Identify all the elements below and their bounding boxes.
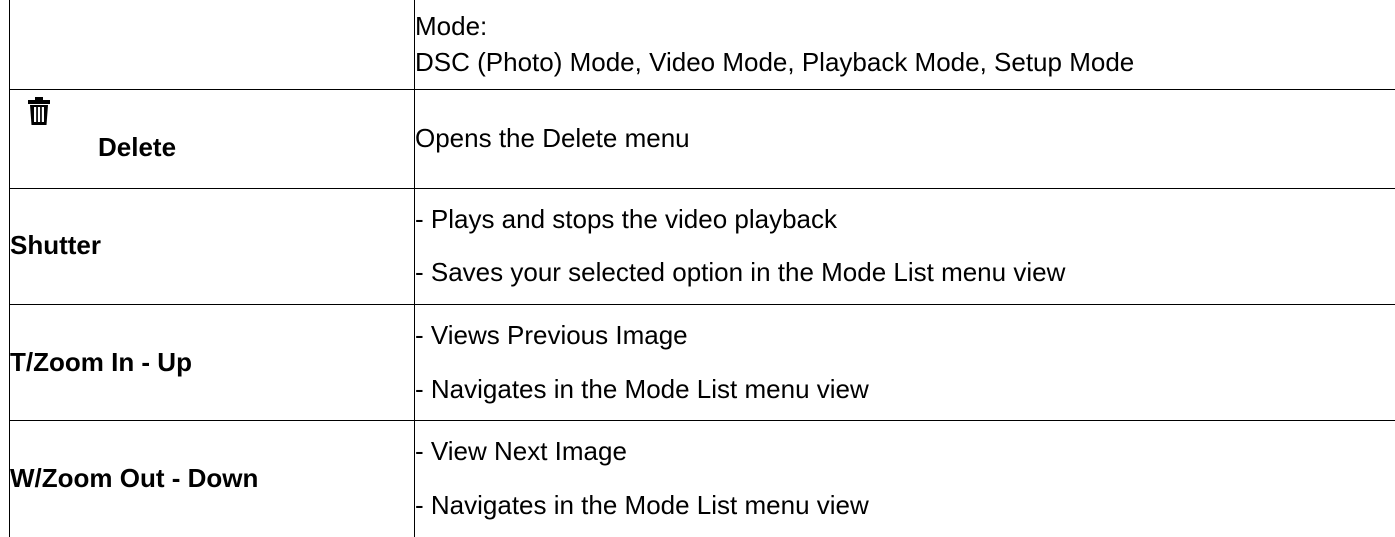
description-cell: - View Next Image - Navigates in the Mod… <box>414 420 1395 537</box>
description-line: - Navigates in the Mode List menu view <box>415 490 869 521</box>
description-line: - Saves your selected option in the Mode… <box>415 257 1066 288</box>
table-row-delete: Delete Opens the Delete menu <box>9 88 1395 189</box>
description-line: - Navigates in the Mode List menu view <box>415 373 869 404</box>
table-row-zoom-in: T/Zoom In - Up - Views Previous Image - … <box>9 304 1395 422</box>
button-function-table: Mode: DSC (Photo) Mode, Video Mode, Play… <box>9 0 1395 537</box>
button-name-cell: Shutter <box>9 187 415 306</box>
description-line: Mode: <box>415 11 488 42</box>
description-line: - Plays and stops the video playback <box>415 203 838 234</box>
description-cell: Opens the Delete menu <box>414 88 1395 189</box>
button-name-cell: T/Zoom In - Up <box>9 304 415 422</box>
description-cell: - Views Previous Image - Navigates in th… <box>414 304 1395 422</box>
description-line: Opens the Delete menu <box>415 122 690 153</box>
button-name-cell <box>9 0 415 90</box>
table-row-zoom-out: W/Zoom Out - Down - View Next Image - Na… <box>9 420 1395 537</box>
description-cell: Mode: DSC (Photo) Mode, Video Mode, Play… <box>414 0 1395 90</box>
table-row-mode: Mode: DSC (Photo) Mode, Video Mode, Play… <box>9 0 1395 90</box>
description-line: DSC (Photo) Mode, Video Mode, Playback M… <box>415 47 1135 78</box>
description-cell: - Plays and stops the video playback - S… <box>414 187 1395 306</box>
description-line: - Views Previous Image <box>415 319 688 350</box>
trash-icon <box>28 96 50 125</box>
button-name-label: Delete <box>98 131 177 162</box>
description-line: - View Next Image <box>415 436 627 467</box>
button-name-cell: W/Zoom Out - Down <box>9 420 415 537</box>
table-row-shutter: Shutter - Plays and stops the video play… <box>9 187 1395 306</box>
button-name-cell: Delete <box>9 88 415 189</box>
